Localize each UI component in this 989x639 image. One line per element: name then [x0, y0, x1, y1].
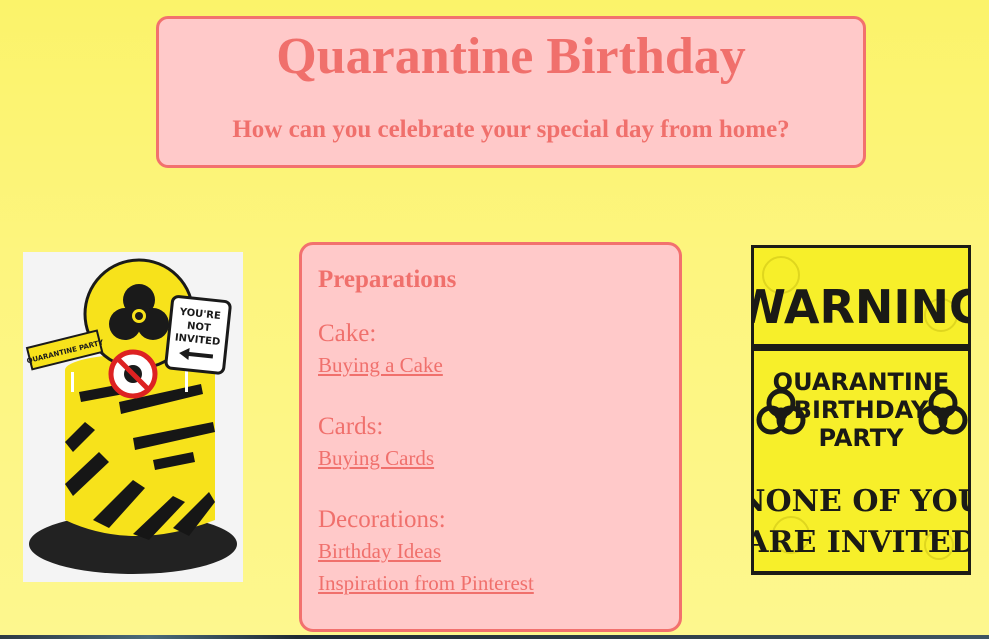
cake-section-title: Cake: [318, 320, 377, 347]
preparations-box: Preparations Cake: Buying a Cake Cards: … [299, 242, 682, 632]
buying-a-cake-link[interactable]: Buying a Cake [318, 349, 679, 381]
poster-line-5: ARE INVITED [751, 525, 971, 560]
poster-line-2: BIRTHDAY [794, 396, 929, 424]
header-box: Quarantine Birthday How can you celebrat… [156, 16, 866, 168]
poster-warning-text: WARNING [751, 280, 971, 334]
cake-section: Cake: Buying a Cake [318, 319, 679, 381]
preparations-heading: Preparations [318, 266, 457, 293]
cards-section-title: Cards: [318, 413, 384, 440]
birthday-ideas-link[interactable]: Birthday Ideas [318, 535, 679, 567]
poster-line-3: PARTY [818, 424, 904, 452]
buying-cards-link[interactable]: Buying Cards [318, 442, 679, 474]
pinterest-inspiration-link[interactable]: Inspiration from Pinterest [318, 567, 679, 599]
cake-image: QUARANTINE PARTY YOU'RE NOT INVITED [23, 252, 243, 582]
warning-poster-image: WARNING QUARANTINE BIRTHDAY PARTY NONE O… [751, 245, 971, 575]
cards-section: Cards: Buying Cards [318, 412, 679, 474]
poster-line-4: NONE OF YOU [751, 484, 971, 519]
bottom-edge-strip [0, 635, 989, 639]
page-title: Quarantine Birthday [276, 28, 746, 85]
decorations-section: Decorations: Birthday Ideas Inspiration … [318, 505, 679, 599]
page-subtitle: How can you celebrate your special day f… [232, 116, 790, 143]
poster-line-1: QUARANTINE [773, 368, 950, 396]
decorations-section-title: Decorations: [318, 506, 446, 533]
